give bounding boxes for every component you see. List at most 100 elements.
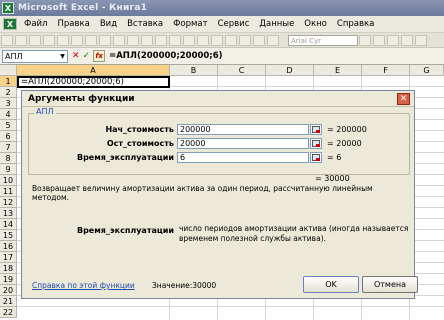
row-header[interactable]: 11 [0,186,17,197]
toolbar-button[interactable] [15,34,27,46]
row-header[interactable]: 5 [0,120,17,131]
row-header[interactable]: 21 [0,296,17,307]
range-select-icon[interactable] [310,124,322,135]
arg-input-cost[interactable]: 200000 [177,124,309,135]
toolbar-button[interactable] [401,34,413,46]
row-header[interactable]: 9 [0,164,17,175]
cancel-icon[interactable]: ✕ [72,51,80,61]
menu-window[interactable]: Окно [299,16,332,33]
row-header[interactable]: 2 [0,87,17,98]
column-header[interactable]: C [218,65,266,76]
column-header[interactable]: B [170,65,218,76]
font-name-box[interactable]: Arial Cyr [288,34,358,46]
menu-tools[interactable]: Сервис [213,16,255,33]
grid-line [17,306,444,307]
arg-input-salvage[interactable]: 20000 [177,138,309,149]
toolbar-button[interactable] [43,34,55,46]
insert-function-icon[interactable]: fx [93,50,106,62]
toolbar-button[interactable] [57,34,69,46]
toolbar-button[interactable] [29,34,41,46]
row-header[interactable]: 8 [0,153,17,164]
menu-file[interactable]: Файл [19,16,52,33]
row-header[interactable]: 4 [0,109,17,120]
formula-bar: АПЛ ▼ ✕ ✓ fx =АПЛ(200000;20000;6) [0,48,444,65]
row-header[interactable]: 15 [0,230,17,241]
toolbar-button[interactable] [211,34,223,46]
toolbar-button[interactable] [99,34,111,46]
row-header[interactable]: 13 [0,208,17,219]
toolbar-button[interactable] [197,34,209,46]
row-header[interactable]: 1 [0,76,17,87]
row-header[interactable]: 14 [0,219,17,230]
range-select-icon[interactable] [310,138,322,149]
toolbar-button[interactable] [85,34,97,46]
range-select-icon[interactable] [310,152,322,163]
row-header[interactable]: 22 [0,307,17,318]
arg-result-life: = 6 [327,153,342,162]
toolbar-button[interactable] [1,34,13,46]
close-icon[interactable]: ✕ [397,93,410,105]
row-header[interactable]: 16 [0,241,17,252]
chevron-down-icon[interactable]: ▼ [58,51,67,62]
excel-icon: X [2,2,14,14]
arg-input-life[interactable]: 6 [177,152,309,163]
toolbar-button[interactable] [225,34,237,46]
function-arguments-dialog: Аргументы функции ✕ АПЛ Нач_стоимость 20… [21,90,418,299]
param-name: Время_эксплуатации [76,226,174,235]
select-all-corner[interactable] [0,65,17,76]
toolbar-button[interactable] [113,34,125,46]
column-header[interactable]: F [362,65,410,76]
column-header[interactable]: G [410,65,444,76]
row-header[interactable]: 6 [0,131,17,142]
help-link[interactable]: Справка по этой функции [32,281,135,290]
column-header[interactable]: A [17,65,170,76]
active-cell-a1[interactable]: =АПЛ(200000;20000;6) [17,76,170,88]
menu-format[interactable]: Формат [168,16,213,33]
row-header[interactable]: 10 [0,175,17,186]
title-bar: X Microsoft Excel - Книга1 [0,0,444,16]
menu-view[interactable]: Вид [95,16,122,33]
dialog-title: Аргументы функции [28,94,135,104]
toolbar-button[interactable] [373,34,385,46]
arg-label-life: Время_эксплуатации [76,153,174,162]
column-header[interactable]: E [314,65,362,76]
name-box[interactable]: АПЛ ▼ [2,49,68,63]
toolbar-button[interactable] [387,34,399,46]
document-icon[interactable]: X [3,18,17,30]
toolbar-button[interactable] [239,34,251,46]
toolbar-button[interactable] [141,34,153,46]
toolbar-button[interactable] [267,34,279,46]
arg-result-cost: = 200000 [327,125,367,134]
formula-input[interactable]: =АПЛ(200000;20000;6) [109,51,222,61]
arg-result-salvage: = 20000 [327,139,362,148]
toolbar-button[interactable] [253,34,265,46]
dialog-title-bar[interactable]: Аргументы функции ✕ [22,91,414,107]
menu-data[interactable]: Данные [254,16,299,33]
window-title: Microsoft Excel - Книга1 [18,3,148,13]
row-header[interactable]: 12 [0,197,17,208]
row-header[interactable]: 20 [0,285,17,296]
toolbar-button[interactable] [415,34,427,46]
function-result: = 30000 [315,174,350,183]
row-header[interactable]: 19 [0,274,17,285]
menu-insert[interactable]: Вставка [122,16,168,33]
ok-button[interactable]: OK [303,276,359,293]
toolbar-button[interactable] [155,34,167,46]
menu-edit[interactable]: Правка [52,16,94,33]
cancel-button[interactable]: Отмена [362,276,418,293]
function-description: Возвращает величину амортизации актива з… [32,184,373,202]
row-header[interactable]: 3 [0,98,17,109]
toolbar-button[interactable] [359,34,371,46]
row-header[interactable]: 7 [0,142,17,153]
toolbar-button[interactable] [183,34,195,46]
toolbar-button[interactable] [71,34,83,46]
enter-icon[interactable]: ✓ [83,51,91,61]
value-label: Значение:30000 [152,281,217,290]
row-header[interactable]: 17 [0,252,17,263]
menu-help[interactable]: Справка [332,16,379,33]
column-header[interactable]: D [266,65,314,76]
toolbar-button[interactable] [169,34,181,46]
row-header[interactable]: 18 [0,263,17,274]
toolbar-button[interactable] [127,34,139,46]
menu-bar: X Файл Правка Вид Вставка Формат Сервис … [0,16,444,33]
